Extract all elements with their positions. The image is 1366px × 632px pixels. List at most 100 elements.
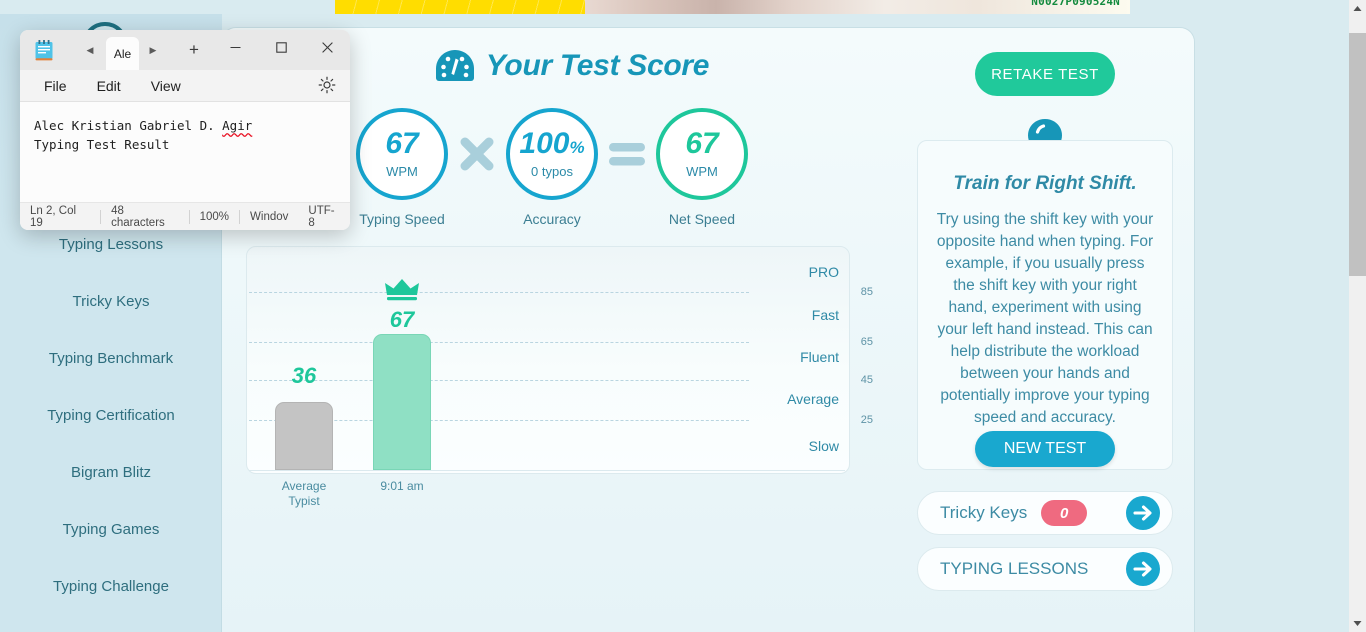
score-percent-sign: % [569, 138, 585, 157]
score-caption: Typing Speed [359, 211, 445, 227]
menu-view[interactable]: View [151, 78, 181, 94]
score-summary: 67 WPM Typing Speed 100% 0 typos Accurac… [352, 108, 802, 248]
x-axis-label-user-result: 9:01 am [380, 479, 424, 493]
status-line-ending[interactable]: Windov [240, 211, 298, 223]
score-circle: 67 WPM [356, 108, 448, 200]
gridline-45 [249, 380, 749, 381]
sidebar-item-typing-benchmark[interactable]: Typing Benchmark [0, 330, 222, 387]
sidebar-nav: Typing Lessons Tricky Keys Typing Benchm… [0, 216, 222, 615]
notepad-app-icon [34, 40, 54, 61]
banner-yellow-block [335, 0, 585, 14]
sidebar-item-typing-games[interactable]: Typing Games [0, 501, 222, 558]
typing-lessons-pill[interactable]: TYPING LESSONS [917, 547, 1173, 591]
arrow-right-icon[interactable] [1126, 552, 1160, 586]
status-zoom-level[interactable]: 100% [190, 211, 239, 223]
bar-label-average-typist: 36 [291, 363, 317, 388]
notepad-titlebar[interactable]: ◀ Ale ▶ + [20, 30, 350, 70]
gridline-65 [249, 342, 749, 343]
notepad-tab-label: Ale [113, 46, 132, 61]
notepad-line-2: Typing Test Result [34, 137, 170, 153]
tip-title: Train for Right Shift. [953, 173, 1137, 194]
previous-tab-icon[interactable]: ◀ [82, 42, 98, 58]
tricky-keys-badge: 0 [1041, 500, 1088, 526]
sidebar-item-typing-challenge[interactable]: Typing Challenge [0, 558, 222, 615]
score-unit: WPM [386, 164, 418, 179]
sidebar-item-bigram-blitz[interactable]: Bigram Blitz [0, 444, 222, 501]
axis-tick-85: 85 [860, 286, 873, 298]
score-unit: WPM [686, 164, 718, 179]
chart-baseline [249, 470, 845, 471]
x-label-line1: Average [281, 479, 327, 493]
score-circle: 67 WPM [656, 108, 748, 200]
axis-tick-25: 25 [860, 414, 873, 426]
tier-label-average: Average [787, 391, 839, 407]
gear-icon[interactable] [318, 76, 336, 94]
menu-edit[interactable]: Edit [97, 78, 121, 94]
menu-file[interactable]: File [44, 78, 67, 94]
score-circle: 100% 0 typos [506, 108, 598, 200]
next-tab-icon[interactable]: ▶ [145, 42, 161, 58]
page-title-text: Your Test Score [485, 49, 710, 82]
tier-label-fluent: Fluent [800, 349, 839, 365]
score-value: 67 [385, 129, 418, 159]
sidebar-item-tricky-keys[interactable]: Tricky Keys [0, 273, 222, 330]
notepad-misspelled-word: Agir [222, 118, 253, 133]
score-unit: 0 typos [531, 164, 573, 179]
chart-plot-area: 85 65 45 25 PRO Fast Fluent Average Slow… [247, 247, 873, 508]
score-caption: Accuracy [523, 211, 581, 227]
x-label-line2: Typist [288, 494, 320, 508]
score-net-speed: 67 WPM Net Speed [652, 108, 752, 227]
retake-test-button[interactable]: RETAKE TEST [975, 52, 1115, 96]
sidebar-item-typing-certification[interactable]: Typing Certification [0, 387, 222, 444]
new-tab-icon[interactable]: + [185, 41, 203, 60]
notepad-line1-text: Alec Kristian Gabriel D. [34, 118, 223, 133]
status-encoding[interactable]: UTF-8 [298, 205, 350, 229]
maximize-button[interactable] [258, 30, 304, 64]
tier-label-fast: Fast [811, 307, 839, 323]
scroll-up-icon[interactable] [1349, 0, 1366, 17]
tier-label-pro: PRO [808, 264, 839, 280]
notepad-text-area[interactable]: Alec Kristian Gabriel D. Agir Typing Tes… [20, 102, 350, 202]
notepad-window: ◀ Ale ▶ + File Edit View Alec Kristian G… [20, 30, 350, 230]
multiply-icon [452, 108, 502, 200]
score-number: 100 [519, 127, 570, 160]
score-number: 67 [385, 127, 419, 160]
gridline-85 [249, 292, 749, 293]
speedometer-icon [435, 48, 475, 84]
arrow-right-icon[interactable] [1126, 496, 1160, 530]
notepad-statusbar: Ln 2, Col 19 48 characters 100% Windov U… [20, 202, 350, 230]
banner-serial-code: N0027P090524N [1031, 0, 1120, 8]
score-caption: Net Speed [668, 211, 736, 227]
close-button[interactable] [304, 30, 350, 64]
notepad-tab[interactable]: Ale [106, 37, 139, 70]
page-scrollbar[interactable] [1349, 0, 1366, 632]
main-content-card: Your Test Score RETAKE TEST 67 WPM Typin… [222, 28, 1194, 632]
sidebar-item-label: Bigram Blitz [70, 464, 152, 481]
speed-history-chart: 85 65 45 25 PRO Fast Fluent Average Slow… [246, 246, 873, 508]
score-accuracy: 100% 0 typos Accuracy [502, 108, 602, 227]
status-cursor-position: Ln 2, Col 19 [30, 204, 77, 229]
sidebar-item-label: Typing Games [62, 521, 160, 538]
axis-tick-65: 65 [860, 336, 873, 348]
scrollbar-thumb[interactable] [1349, 33, 1366, 276]
score-number: 67 [685, 127, 719, 160]
sidebar-item-label: Typing Certification [47, 407, 175, 424]
top-ad-banner: N0027P090524N [335, 0, 1130, 14]
minimize-button[interactable] [212, 30, 258, 64]
bar-user-result[interactable] [373, 334, 431, 470]
tricky-keys-pill[interactable]: Tricky Keys 0 [917, 491, 1173, 535]
app-root: N0027P090524N Typing Lessons Tricky Keys… [0, 0, 1366, 632]
tip-card: Train for Right Shift. Try using the shi… [917, 140, 1173, 470]
sidebar-item-label: Typing Benchmark [48, 350, 174, 367]
bar-average-typist[interactable] [275, 402, 333, 470]
status-character-count: 48 characters [111, 204, 165, 229]
scroll-down-icon[interactable] [1349, 615, 1366, 632]
notepad-line-1: Alec Kristian Gabriel D. Agir [34, 116, 338, 135]
tier-label-slow: Slow [808, 438, 839, 454]
tricky-keys-label: Tricky Keys [940, 503, 1028, 522]
x-axis-label-average-typist: Average Typist [282, 479, 326, 509]
sidebar-item-label: Typing Challenge [53, 578, 169, 595]
new-test-button[interactable]: NEW TEST [975, 431, 1115, 467]
sidebar-item-label: Tricky Keys [72, 293, 150, 310]
score-value: 100% [519, 129, 584, 159]
